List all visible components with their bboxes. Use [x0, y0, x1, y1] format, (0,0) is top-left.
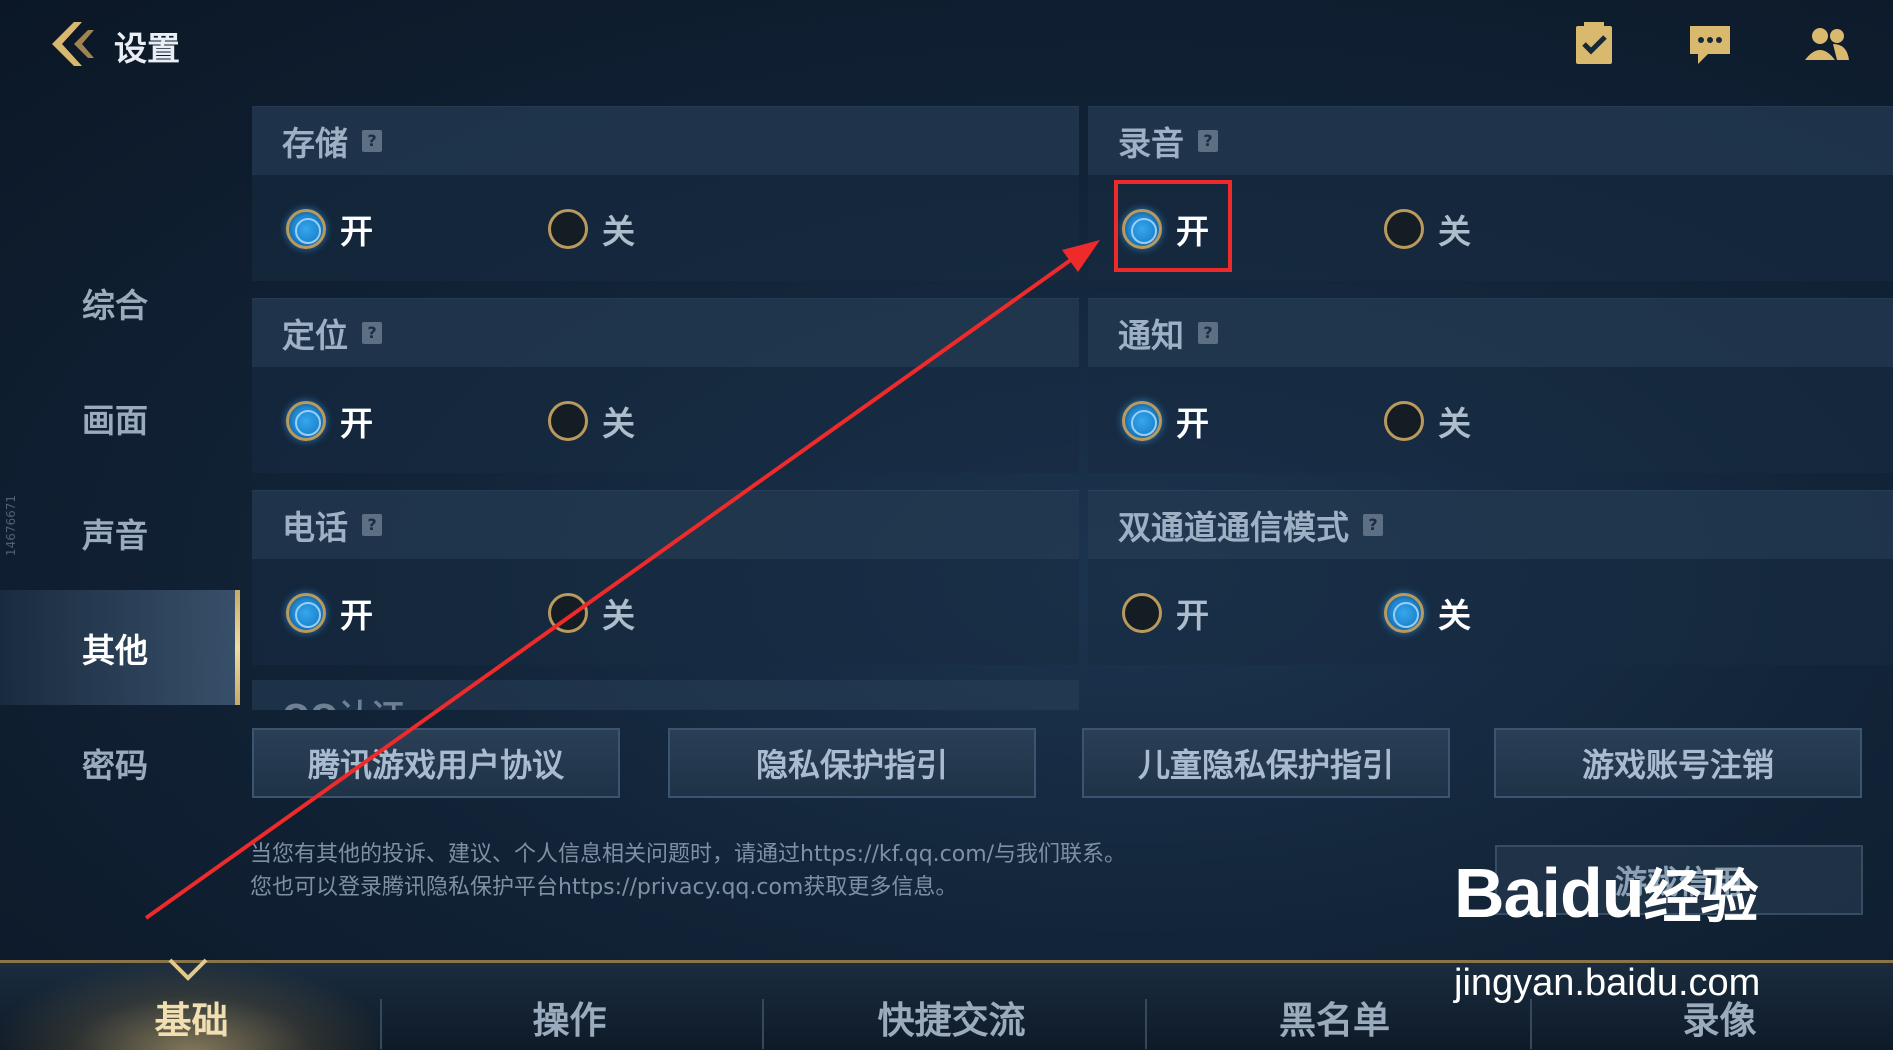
radio-unselected-icon — [548, 209, 588, 249]
radio-unselected-icon — [1384, 209, 1424, 249]
radio-selected-icon — [286, 593, 326, 633]
storage-off-label: 关 — [602, 212, 635, 251]
location-off-radio[interactable]: 关 — [548, 397, 635, 445]
sidebar-item-password[interactable]: 密码 — [0, 705, 240, 820]
sidebar-item-other[interactable]: 其他 — [0, 590, 240, 705]
phone-title: 电话 — [282, 508, 348, 547]
radio-unselected-icon — [548, 401, 588, 441]
privacy-guide-button[interactable]: 隐私保护指引 — [668, 728, 1036, 798]
qq-auth-setting-card-partial: QQ认证 — [252, 680, 1079, 710]
location-on-radio[interactable]: 开 — [286, 397, 373, 445]
recording-title: 录音 — [1118, 124, 1184, 163]
phone-off-label: 关 — [602, 596, 635, 635]
radio-unselected-icon — [1384, 401, 1424, 441]
help-icon[interactable]: ? — [362, 514, 382, 536]
page-title: 设置 — [114, 29, 180, 68]
notification-on-label: 开 — [1176, 404, 1209, 443]
account-cancel-button[interactable]: 游戏账号注销 — [1494, 728, 1862, 798]
dual-channel-on-radio[interactable]: 开 — [1122, 589, 1209, 637]
dual-channel-title: 双通道通信模式 — [1118, 508, 1349, 547]
recording-off-radio[interactable]: 关 — [1384, 205, 1471, 253]
dual-channel-off-radio[interactable]: 关 — [1384, 589, 1471, 637]
help-icon[interactable]: ? — [1198, 322, 1218, 344]
radio-unselected-icon — [548, 593, 588, 633]
watermark-url: jingyan.baidu.com — [1454, 962, 1761, 1004]
baidu-jingyan-watermark: Baidu经验 jingyan.baidu.com — [1450, 850, 1890, 1010]
notification-setting-card: 通知? 开 关 — [1088, 298, 1893, 473]
notification-off-radio[interactable]: 关 — [1384, 397, 1471, 445]
storage-setting-card: 存储? 开 关 — [252, 106, 1079, 281]
phone-on-label: 开 — [340, 596, 373, 635]
dual-channel-on-label: 开 — [1176, 596, 1209, 635]
help-icon[interactable]: ? — [1363, 514, 1383, 536]
location-setting-card: 定位? 开 关 — [252, 298, 1079, 473]
user-agreement-button[interactable]: 腾讯游戏用户协议 — [252, 728, 620, 798]
radio-selected-icon — [1384, 593, 1424, 633]
help-icon[interactable]: ? — [362, 322, 382, 344]
friends-icon[interactable] — [1803, 20, 1851, 68]
recording-off-label: 关 — [1438, 212, 1471, 251]
location-off-label: 关 — [602, 404, 635, 443]
checklist-icon[interactable] — [1570, 20, 1618, 68]
watermark-logo: Baidu经验 — [1454, 854, 1758, 932]
location-on-label: 开 — [340, 404, 373, 443]
radio-selected-icon — [286, 209, 326, 249]
notice-line-2: 您也可以登录腾讯隐私保护平台https://privacy.qq.com获取更多… — [250, 875, 958, 900]
notification-off-label: 关 — [1438, 404, 1471, 443]
radio-unselected-icon — [1122, 593, 1162, 633]
help-icon[interactable]: ? — [1198, 130, 1218, 152]
dual-channel-off-label: 关 — [1438, 596, 1471, 635]
tab-quick-chat[interactable]: 快捷交流 — [760, 963, 1143, 1050]
location-title: 定位 — [282, 316, 348, 355]
back-chevron-icon[interactable] — [44, 16, 100, 72]
storage-title: 存储 — [282, 124, 348, 163]
notice-line-1: 当您有其他的投诉、建议、个人信息相关问题时，请通过https://kf.qq.c… — [250, 842, 1127, 867]
tab-operation[interactable]: 操作 — [378, 963, 761, 1050]
sidebar-item-general[interactable]: 综合 — [0, 245, 240, 360]
storage-on-label: 开 — [340, 212, 373, 251]
phone-off-radio[interactable]: 关 — [548, 589, 635, 637]
radio-selected-icon — [1122, 401, 1162, 441]
phone-on-radio[interactable]: 开 — [286, 589, 373, 637]
notification-on-radio[interactable]: 开 — [1122, 397, 1209, 445]
storage-off-radio[interactable]: 关 — [548, 205, 635, 253]
privacy-notice: 当您有其他的投诉、建议、个人信息相关问题时，请通过https://kf.qq.c… — [250, 838, 1126, 904]
storage-on-radio[interactable]: 开 — [286, 205, 373, 253]
notification-title: 通知 — [1118, 316, 1184, 355]
phone-setting-card: 电话? 开 关 — [252, 490, 1079, 665]
qq-auth-title: QQ认证 — [282, 690, 404, 710]
sidebar: 综合 画面 声音 其他 密码 — [0, 245, 240, 820]
chat-icon[interactable] — [1686, 20, 1734, 68]
sidebar-item-sound[interactable]: 声音 — [0, 475, 240, 590]
dual-channel-setting-card: 双通道通信模式? 开 关 — [1088, 490, 1893, 665]
top-bar: 设置 — [0, 0, 1893, 100]
annotation-highlight-box — [1114, 180, 1232, 272]
tab-active-indicator-icon — [168, 958, 208, 981]
radio-selected-icon — [286, 401, 326, 441]
help-icon[interactable]: ? — [362, 130, 382, 152]
sidebar-item-display[interactable]: 画面 — [0, 360, 240, 475]
child-privacy-button[interactable]: 儿童隐私保护指引 — [1082, 728, 1450, 798]
